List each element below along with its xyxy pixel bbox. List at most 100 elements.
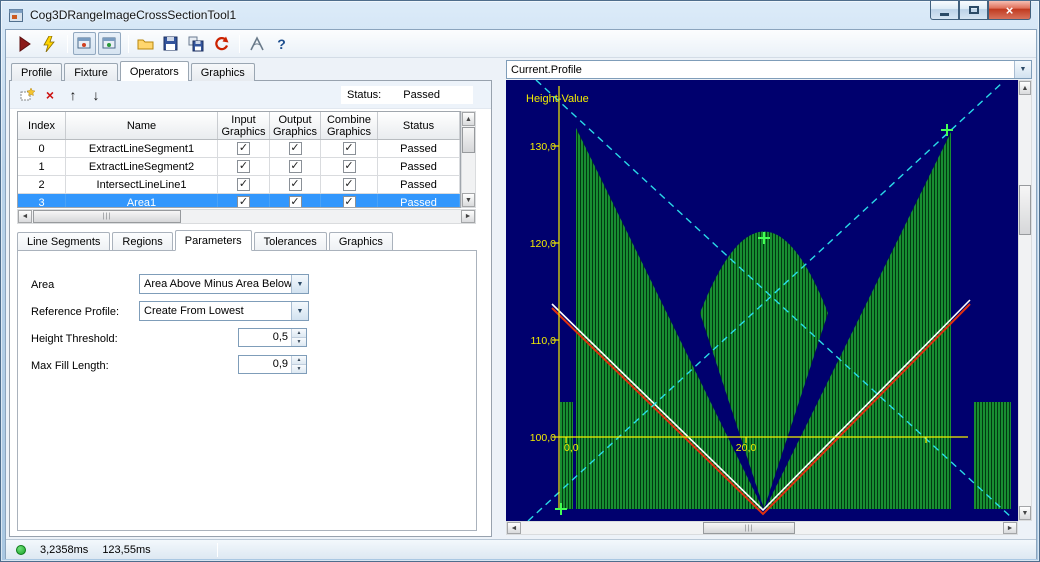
total-time: 123,55ms xyxy=(102,543,151,556)
run-button[interactable] xyxy=(12,32,35,55)
delete-operator-button[interactable]: × xyxy=(40,85,60,105)
spin-buttons: ▲ ▼ xyxy=(291,329,306,346)
combine-graphics-checkbox[interactable]: ✓ xyxy=(342,178,356,191)
column-header-index[interactable]: Index xyxy=(18,112,66,139)
scroll-thumb[interactable]: ||| xyxy=(33,210,181,223)
reset-button[interactable] xyxy=(209,32,232,55)
cell-name: ExtractLineSegment2 xyxy=(66,158,218,176)
spin-down-button[interactable]: ▼ xyxy=(292,365,306,373)
profile-plot[interactable]: Height-Value 130,0 120,0 110,0 100,0 0,0… xyxy=(506,80,1018,521)
table-vertical-scrollbar[interactable]: ▲ ▼ xyxy=(461,111,476,208)
scroll-thumb[interactable]: ||| xyxy=(703,522,795,534)
scroll-thumb[interactable] xyxy=(462,127,475,153)
max-fill-length-value: 0,9 xyxy=(272,358,288,370)
height-threshold-stepper[interactable]: 0,5 ▲ ▼ xyxy=(238,328,307,347)
combine-graphics-checkbox[interactable]: ✓ xyxy=(342,160,356,173)
output-graphics-checkbox[interactable]: ✓ xyxy=(288,178,302,191)
open-button[interactable] xyxy=(134,32,157,55)
spin-down-button[interactable]: ▼ xyxy=(292,338,306,346)
input-graphics-checkbox[interactable]: ✓ xyxy=(237,142,250,155)
column-header-combine-graphics[interactable]: Combine Graphics xyxy=(321,112,378,139)
chevron-down-icon[interactable]: ▼ xyxy=(1014,61,1031,78)
plot-horizontal-scrollbar[interactable]: ◄ ||| ► xyxy=(506,521,1018,535)
scroll-right-button[interactable]: ► xyxy=(461,210,475,223)
app-icon xyxy=(9,8,23,22)
save-as-icon xyxy=(188,36,203,51)
scroll-thumb[interactable] xyxy=(1019,185,1031,235)
tab-graphics[interactable]: Graphics xyxy=(190,63,255,81)
table-row[interactable]: 2 IntersectLineLine1 ✓ ✓ ✓ Passed xyxy=(18,176,460,194)
scroll-up-button[interactable]: ▲ xyxy=(1019,81,1031,95)
tab-profile[interactable]: Profile xyxy=(11,63,63,81)
cell-status: Passed xyxy=(378,194,460,207)
status-label: Status: xyxy=(347,89,382,101)
max-fill-length-label: Max Fill Length: xyxy=(31,360,109,372)
chevron-down-icon[interactable]: ▼ xyxy=(291,302,308,320)
column-header-status[interactable]: Status xyxy=(378,112,460,139)
record-toggle[interactable] xyxy=(98,32,121,55)
minimize-button[interactable] xyxy=(930,1,959,20)
subtab-tolerances[interactable]: Tolerances xyxy=(253,232,327,251)
spin-up-button[interactable]: ▲ xyxy=(292,329,306,338)
main-toolbar: ? xyxy=(6,30,1036,58)
table-row[interactable]: 1 ExtractLineSegment2 ✓ ✓ ✓ Passed xyxy=(18,158,460,176)
scroll-down-button[interactable]: ▼ xyxy=(1019,506,1031,520)
column-header-input-graphics[interactable]: Input Graphics xyxy=(218,112,270,139)
area-combobox[interactable]: Area Above Minus Area Below ▼ xyxy=(139,274,309,294)
subtab-regions[interactable]: Regions xyxy=(112,232,173,251)
scroll-grip: ||| xyxy=(744,524,754,532)
input-graphics-checkbox[interactable]: ✓ xyxy=(237,160,250,173)
scroll-left-button[interactable]: ◄ xyxy=(18,210,32,223)
table-row[interactable]: 0 ExtractLineSegment1 ✓ ✓ ✓ Passed xyxy=(18,140,460,158)
input-graphics-checkbox[interactable]: ✓ xyxy=(237,196,250,207)
max-fill-length-stepper[interactable]: 0,9 ▲ ▼ xyxy=(238,355,307,374)
save-button[interactable] xyxy=(159,32,182,55)
help-icon: ? xyxy=(277,35,286,52)
move-up-button[interactable]: ↑ xyxy=(63,85,83,105)
tab-fixture[interactable]: Fixture xyxy=(64,63,118,81)
column-header-name[interactable]: Name xyxy=(66,112,218,139)
tab-operators[interactable]: Operators xyxy=(119,61,189,81)
scroll-up-button[interactable]: ▲ xyxy=(462,112,475,126)
column-header-output-graphics[interactable]: Output Graphics xyxy=(270,112,321,139)
table-header: Index Name Input Graphics Output Graphics … xyxy=(18,112,460,140)
move-down-button[interactable]: ↓ xyxy=(86,85,106,105)
app-window: Cog3DRangeImageCrossSectionTool1 × ? Pro… xyxy=(0,0,1040,562)
height-threshold-label: Height Threshold: xyxy=(31,333,118,345)
scroll-right-button[interactable]: ► xyxy=(1003,522,1017,534)
statusbar-divider xyxy=(216,542,218,557)
x-tick: 20,0 xyxy=(736,442,757,454)
cell-index: 3 xyxy=(18,194,66,207)
output-graphics-checkbox[interactable]: ✓ xyxy=(288,196,302,207)
chevron-down-icon[interactable]: ▼ xyxy=(291,275,308,293)
subtab-line-segments[interactable]: Line Segments xyxy=(17,232,111,251)
save-as-button[interactable] xyxy=(184,32,207,55)
display-source-combobox[interactable]: Current.Profile ▼ xyxy=(506,60,1032,79)
toolbar-separator xyxy=(128,34,129,53)
combine-graphics-checkbox[interactable]: ✓ xyxy=(342,196,356,207)
minimize-icon xyxy=(940,12,949,16)
output-graphics-checkbox[interactable]: ✓ xyxy=(288,142,302,155)
table-horizontal-scrollbar[interactable]: ◄ ||| ► xyxy=(17,209,476,224)
scroll-left-button[interactable]: ◄ xyxy=(507,522,521,534)
subtab-parameters[interactable]: Parameters xyxy=(174,230,252,251)
reference-profile-combobox[interactable]: Create From Lowest ▼ xyxy=(139,301,309,321)
output-graphics-checkbox[interactable]: ✓ xyxy=(288,160,302,173)
table-row-selected[interactable]: 3 Area1 ✓ ✓ ✓ Passed xyxy=(18,194,460,207)
live-run-button[interactable] xyxy=(37,32,60,55)
maximize-button[interactable] xyxy=(959,1,988,20)
plot-vertical-scrollbar[interactable]: ▲ ▼ xyxy=(1018,80,1032,521)
measure-tool-button[interactable] xyxy=(245,32,268,55)
open-folder-icon xyxy=(137,39,154,50)
add-operator-button[interactable] xyxy=(17,85,37,105)
titlebar[interactable]: Cog3DRangeImageCrossSectionTool1 xyxy=(1,1,1039,29)
scroll-down-button[interactable]: ▼ xyxy=(462,193,475,207)
input-graphics-checkbox[interactable]: ✓ xyxy=(237,178,250,191)
subtab-graphics[interactable]: Graphics xyxy=(328,232,393,251)
combine-graphics-checkbox[interactable]: ✓ xyxy=(342,142,356,155)
show-graphics-toggle[interactable] xyxy=(73,32,96,55)
spin-up-button[interactable]: ▲ xyxy=(292,356,306,365)
close-button[interactable]: × xyxy=(988,1,1031,20)
move-down-icon: ↓ xyxy=(92,87,100,103)
help-button[interactable]: ? xyxy=(270,32,293,55)
